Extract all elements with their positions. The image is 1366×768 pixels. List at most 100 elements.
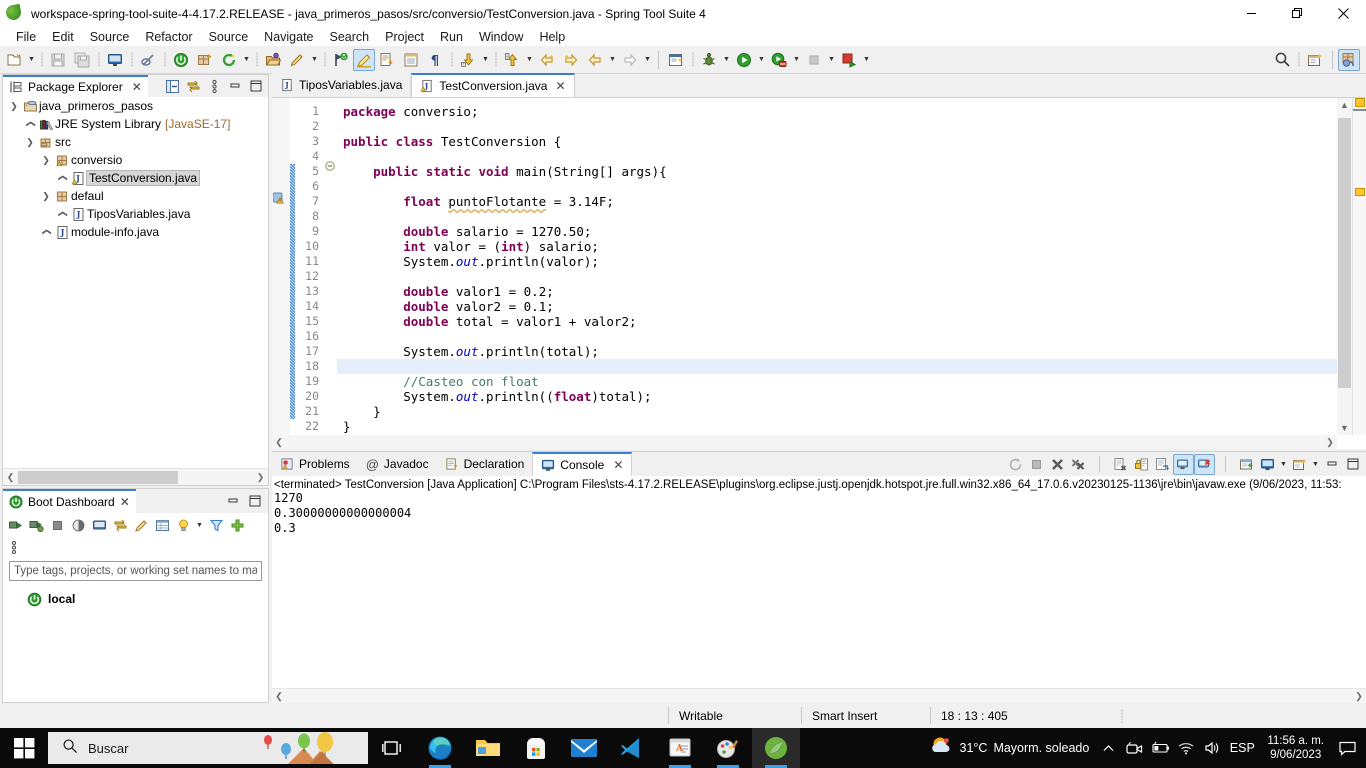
- scroll-left-arrow[interactable]: ❮: [272, 437, 286, 448]
- code-line[interactable]: [343, 269, 1366, 284]
- mail-icon[interactable]: [560, 728, 608, 768]
- code-line[interactable]: double valor2 = 0.1;: [343, 299, 1366, 314]
- task-view-icon[interactable]: [368, 728, 416, 768]
- redebug-icon[interactable]: [68, 515, 88, 535]
- word-wrap-icon[interactable]: [1152, 454, 1173, 475]
- tab-tiposvariables-java[interactable]: J TiposVariables.java: [272, 73, 412, 97]
- console-output[interactable]: 1270 0.30000000000000004 0.3: [272, 491, 1366, 536]
- tree-item-jre-library[interactable]: ❯ JRE System Library [JavaSE-17]: [3, 115, 268, 133]
- code-line[interactable]: System.out.println(valor);: [343, 254, 1366, 269]
- terminate-relaunch-icon[interactable]: [837, 48, 861, 72]
- editor-vscrollbar[interactable]: ▲ ▼: [1337, 98, 1352, 435]
- save-all-icon[interactable]: [70, 48, 94, 72]
- open-console-arrow[interactable]: ▼: [1310, 454, 1321, 475]
- paint-icon[interactable]: [704, 728, 752, 768]
- search-type-icon[interactable]: [329, 48, 353, 72]
- tree-item-src[interactable]: ❯ src: [3, 133, 268, 151]
- scroll-right-arrow[interactable]: ❯: [253, 472, 268, 483]
- package-explorer-hscrollbar[interactable]: ❮ ❯: [3, 468, 268, 485]
- forward-icon[interactable]: [559, 48, 583, 72]
- edit-config-icon[interactable]: [131, 515, 151, 535]
- link-icon[interactable]: [136, 48, 160, 72]
- close-icon[interactable]: ✕: [120, 495, 130, 509]
- open-task-icon[interactable]: [375, 48, 399, 72]
- code-line[interactable]: }: [343, 404, 1366, 419]
- menu-source-2[interactable]: Source: [201, 28, 257, 46]
- open-console-icon[interactable]: [89, 515, 109, 535]
- code-line[interactable]: [343, 179, 1366, 194]
- view-menu-icon[interactable]: [204, 76, 224, 96]
- visual-studio-code-icon[interactable]: [608, 728, 656, 768]
- code-line[interactable]: [343, 149, 1366, 164]
- run-server-icon[interactable]: [767, 48, 791, 72]
- search-input[interactable]: Buscar: [48, 732, 368, 764]
- boot-run-icon[interactable]: [169, 48, 193, 72]
- download-icon[interactable]: [456, 48, 480, 72]
- run-icon[interactable]: [732, 48, 756, 72]
- new-dropdown-arrow[interactable]: ▼: [26, 48, 37, 72]
- collapse-fold-icon[interactable]: [325, 161, 335, 171]
- code-line[interactable]: float puntoFlotante = 3.14F;: [343, 194, 1366, 209]
- microsoft-edge-icon[interactable]: [416, 728, 464, 768]
- menu-source[interactable]: Source: [82, 28, 138, 46]
- tab-problems[interactable]: Problems: [272, 452, 358, 476]
- back-icon[interactable]: [535, 48, 559, 72]
- menu-window[interactable]: Window: [471, 28, 531, 46]
- code-line[interactable]: //Casteo con float: [343, 374, 1366, 389]
- editor-hscrollbar[interactable]: ❮ ❯: [272, 435, 1337, 449]
- chevron-down-icon[interactable]: ❯: [39, 187, 53, 205]
- upload-arrow[interactable]: ▼: [524, 48, 535, 72]
- save-icon[interactable]: [46, 48, 70, 72]
- tab-package-explorer[interactable]: Package Explorer ✕: [3, 75, 148, 97]
- code-line[interactable]: [343, 209, 1366, 224]
- tab-console[interactable]: Console ✕: [532, 452, 633, 476]
- link-with-editor-icon[interactable]: [183, 76, 203, 96]
- close-icon[interactable]: [1320, 0, 1366, 28]
- code-line[interactable]: package conversio;: [343, 104, 1366, 119]
- tree-item-project[interactable]: ❯ java_primeros_pasos: [3, 97, 268, 115]
- open-properties-icon[interactable]: [152, 515, 172, 535]
- tree-item-module-info-java[interactable]: ❯ J module-info.java: [3, 223, 268, 241]
- code-line[interactable]: public static void main(String[] args){: [343, 164, 1366, 179]
- stop-icon[interactable]: [802, 48, 826, 72]
- mark-dropdown-arrow[interactable]: ▼: [309, 48, 320, 72]
- tree-item-package-defaul[interactable]: ❯ defaul: [3, 187, 268, 205]
- new-window-icon[interactable]: [1303, 48, 1327, 72]
- boot-dashboard-filter-input[interactable]: Type tags, projects, or working set name…: [9, 561, 262, 581]
- menu-file[interactable]: File: [8, 28, 44, 46]
- next-edit-icon[interactable]: [618, 48, 642, 72]
- chevron-right-icon[interactable]: ❯: [53, 171, 71, 185]
- minimize-icon[interactable]: [1321, 454, 1342, 475]
- editor-overview-ruler[interactable]: [1352, 98, 1366, 435]
- scroll-right-arrow[interactable]: ❯: [1323, 437, 1337, 448]
- menu-project[interactable]: Project: [377, 28, 432, 46]
- start-icon[interactable]: [5, 515, 25, 535]
- taskbar-clock[interactable]: 11:56 a. m. 9/06/2023: [1259, 728, 1332, 768]
- scroll-left-arrow[interactable]: ❮: [3, 472, 18, 483]
- prev-edit-icon[interactable]: [583, 48, 607, 72]
- maximize-icon[interactable]: [246, 76, 266, 96]
- microsoft-store-icon[interactable]: [512, 728, 560, 768]
- close-icon[interactable]: ✕: [132, 80, 142, 94]
- wifi-icon[interactable]: [1173, 728, 1199, 768]
- tree-item-package-conversio[interactable]: ❯ conversio: [3, 151, 268, 169]
- code-line[interactable]: System.out.println(total);: [343, 344, 1366, 359]
- link-with-editor-icon[interactable]: [110, 515, 130, 535]
- new-icon[interactable]: [2, 48, 26, 72]
- open-console-icon[interactable]: [103, 48, 127, 72]
- display-selected-console-icon[interactable]: [1257, 454, 1278, 475]
- highlight-selected-icon[interactable]: [353, 48, 375, 71]
- word-icon[interactable]: A: [656, 728, 704, 768]
- toggle-markoccurrences-icon[interactable]: [285, 48, 309, 72]
- file-explorer-icon[interactable]: [464, 728, 512, 768]
- chevron-up-icon[interactable]: [1095, 728, 1121, 768]
- search-icon[interactable]: [1270, 48, 1294, 72]
- minimize-icon[interactable]: [1228, 0, 1274, 28]
- scroll-down-arrow[interactable]: ▼: [1337, 421, 1352, 435]
- run-arrow[interactable]: ▼: [756, 48, 767, 72]
- weather-widget[interactable]: 31°C Mayorm. soleado: [924, 735, 1096, 762]
- spring-refresh-icon[interactable]: [217, 48, 241, 72]
- add-icon[interactable]: [227, 515, 247, 535]
- spring-tool-suite-icon[interactable]: [752, 728, 800, 768]
- display-console-arrow[interactable]: ▼: [1278, 454, 1289, 475]
